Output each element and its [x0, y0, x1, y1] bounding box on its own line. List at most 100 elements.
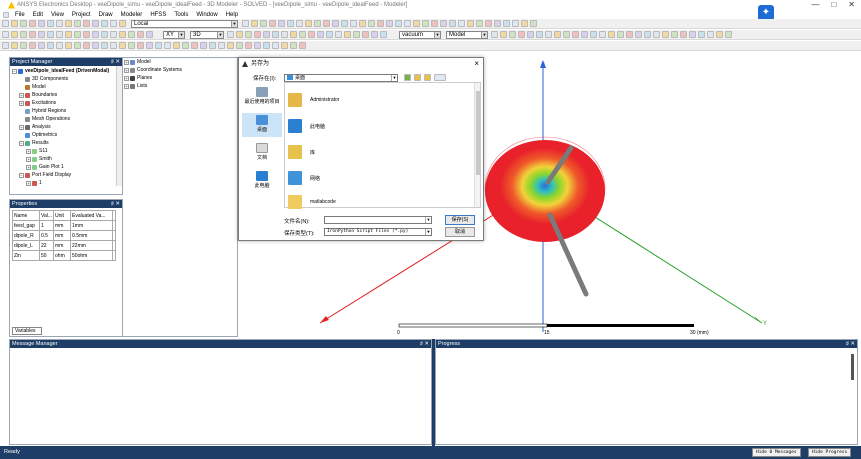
toolbar-button-icon[interactable] — [83, 42, 90, 49]
nav-documents[interactable]: 文档 — [242, 141, 282, 165]
expand-toggle-icon[interactable]: + — [26, 180, 31, 186]
file-item-library[interactable]: 库 — [288, 145, 315, 159]
toolbar-button-icon[interactable] — [47, 20, 54, 27]
save-button[interactable]: 保存(S) — [445, 215, 475, 225]
project-tree-item[interactable]: − Results — [11, 139, 122, 147]
toolbar-button-icon[interactable] — [101, 31, 108, 38]
project-tree-item[interactable]: − Port Field Display — [11, 171, 122, 179]
toolbar-button-icon[interactable] — [530, 20, 537, 27]
toolbar-button-icon[interactable] — [101, 20, 108, 27]
toolbar-button-icon[interactable] — [317, 31, 324, 38]
toolbar-button-icon[interactable] — [299, 31, 306, 38]
toolbar-button-icon[interactable] — [263, 31, 270, 38]
toolbar-button-icon[interactable] — [110, 42, 117, 49]
toolbar-button-icon[interactable] — [47, 42, 54, 49]
table-cell[interactable]: 22 — [38, 240, 55, 251]
toolbar-button-icon[interactable] — [29, 20, 36, 27]
toolbar-button-icon[interactable] — [92, 42, 99, 49]
toolbar-button-icon[interactable] — [218, 42, 225, 49]
toolbar-button-icon[interactable] — [716, 31, 723, 38]
toolbar-button-icon[interactable] — [119, 20, 126, 27]
toolbar-button-icon[interactable] — [20, 20, 27, 27]
toolbar-button-icon[interactable] — [359, 20, 366, 27]
toolbar-button-icon[interactable] — [92, 31, 99, 38]
toolbar-button-icon[interactable] — [581, 31, 588, 38]
coordinate-system-combo[interactable]: Local ▼ — [131, 20, 238, 28]
file-item-administrator[interactable]: Administrator — [288, 93, 339, 107]
table-cell[interactable]: 1mm — [70, 220, 114, 231]
toolbar-button-icon[interactable] — [572, 31, 579, 38]
project-tree-item[interactable]: + Excitations — [11, 99, 122, 107]
toolbar-button-icon[interactable] — [521, 20, 528, 27]
toolbar-button-icon[interactable] — [2, 20, 9, 27]
toolbar-button-icon[interactable] — [449, 20, 456, 27]
table-cell[interactable]: mm — [53, 240, 72, 251]
toolbar-button-icon[interactable] — [254, 31, 261, 38]
toolbar-button-icon[interactable] — [512, 20, 519, 27]
toolbar-button-icon[interactable] — [38, 20, 45, 27]
project-tree-item[interactable]: 3D Components — [11, 75, 122, 83]
table-cell[interactable]: mm — [53, 220, 72, 231]
expand-toggle-icon[interactable]: − — [19, 140, 24, 146]
toolbar-button-icon[interactable] — [299, 42, 306, 49]
menu-project[interactable]: Project — [68, 12, 95, 18]
toolbar-button-icon[interactable] — [101, 42, 108, 49]
toolbar-button-icon[interactable] — [92, 20, 99, 27]
toolbar-button-icon[interactable] — [671, 31, 678, 38]
toolbar-button-icon[interactable] — [380, 31, 387, 38]
table-cell[interactable]: Zin — [12, 250, 40, 261]
table-cell[interactable]: dipole_L — [12, 240, 40, 251]
toolbar-button-icon[interactable] — [590, 31, 597, 38]
material-combo[interactable]: vacuum ▼ — [399, 31, 441, 39]
toolbar-button-icon[interactable] — [554, 31, 561, 38]
model-tree-item[interactable]: + Coordinate Systems — [124, 66, 237, 74]
col-value[interactable]: Val... — [38, 210, 55, 221]
menu-help[interactable]: Help — [222, 12, 242, 18]
toolbar-button-icon[interactable] — [458, 20, 465, 27]
view-menu-icon[interactable] — [434, 74, 446, 81]
dialog-close-button[interactable]: × — [474, 58, 479, 70]
project-tree-item[interactable]: + Smith — [11, 155, 122, 163]
toolbar-button-icon[interactable] — [680, 31, 687, 38]
toolbar-button-icon[interactable] — [263, 42, 270, 49]
model-tree-item[interactable]: + Model — [124, 58, 237, 66]
table-cell[interactable]: ohm — [53, 250, 72, 261]
toolbar-button-icon[interactable] — [278, 20, 285, 27]
toolbar-button-icon[interactable] — [137, 31, 144, 38]
project-tree-item[interactable]: Optimetrics — [11, 131, 122, 139]
project-tree-item[interactable]: + Boundaries — [11, 91, 122, 99]
file-list-scrollbar[interactable] — [474, 83, 480, 207]
toolbar-button-icon[interactable] — [698, 31, 705, 38]
menu-hfss[interactable]: HFSS — [146, 12, 170, 18]
toolbar-button-icon[interactable] — [314, 20, 321, 27]
toolbar-button-icon[interactable] — [290, 31, 297, 38]
toolbar-button-icon[interactable] — [326, 31, 333, 38]
toolbar-button-icon[interactable] — [269, 20, 276, 27]
toolbar-button-icon[interactable] — [110, 31, 117, 38]
menu-edit[interactable]: Edit — [29, 12, 47, 18]
expand-toggle-icon[interactable]: + — [19, 100, 24, 106]
toolbar-button-icon[interactable] — [128, 31, 135, 38]
col-unit[interactable]: Unit — [53, 210, 72, 221]
toolbar-button-icon[interactable] — [395, 20, 402, 27]
toolbar-button-icon[interactable] — [173, 42, 180, 49]
toolbar-button-icon[interactable] — [476, 20, 483, 27]
toolbar-button-icon[interactable] — [707, 31, 714, 38]
col-evaluated[interactable]: Evaluated Va... — [70, 210, 114, 221]
toolbar-button-icon[interactable] — [725, 31, 732, 38]
save-in-combo[interactable]: 桌面 ▼ — [284, 74, 398, 82]
toolbar-button-icon[interactable] — [146, 42, 153, 49]
toolbar-button-icon[interactable] — [236, 42, 243, 49]
project-tree-scrollbar[interactable] — [116, 66, 122, 186]
table-cell[interactable]: 50ohm — [70, 250, 114, 261]
toolbar-button-icon[interactable] — [290, 42, 297, 49]
table-cell[interactable]: 0.5 — [38, 230, 55, 241]
toolbar-button-icon[interactable] — [608, 31, 615, 38]
toolbar-button-icon[interactable] — [83, 31, 90, 38]
toolbar-button-icon[interactable] — [335, 31, 342, 38]
toolbar-button-icon[interactable] — [536, 31, 543, 38]
file-item-matlabcode[interactable]: matlabcode — [288, 195, 336, 209]
app-menu-icon[interactable] — [3, 11, 9, 18]
toolbar-button-icon[interactable] — [644, 31, 651, 38]
toolbar-button-icon[interactable] — [272, 42, 279, 49]
